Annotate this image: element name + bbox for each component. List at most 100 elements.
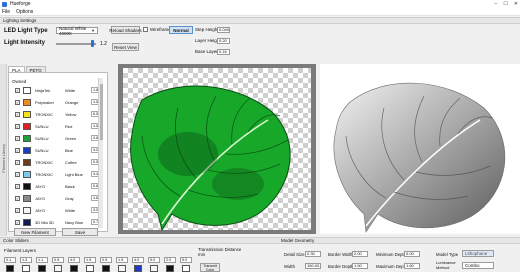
save-button[interactable]: Save bbox=[62, 228, 98, 236]
step-height-input[interactable]: 0.040 bbox=[217, 27, 230, 33]
filament-color-swatch[interactable] bbox=[23, 111, 31, 118]
maximum-depth-input[interactable]: 1.60 bbox=[404, 263, 420, 269]
light-intensity-value: 1.2 bbox=[100, 41, 107, 47]
filament-layer-input[interactable]: 1.1 bbox=[36, 257, 48, 263]
owned-checkbox[interactable]: ✓ bbox=[15, 100, 20, 105]
filament-row[interactable]: ✓ JAYO White 3.0 bbox=[13, 207, 105, 215]
filament-layer-input[interactable]: 0.5 bbox=[100, 257, 112, 263]
filament-layer-input[interactable]: 5.0 bbox=[148, 257, 160, 263]
filament-row[interactable]: ✓ 3D Mia 3D Navy Blue 0.7 bbox=[13, 219, 105, 227]
filament-layer-swatch[interactable] bbox=[150, 265, 158, 272]
filament-layer-swatch[interactable] bbox=[166, 265, 174, 272]
filament-layer-input[interactable]: 1.5 bbox=[116, 257, 128, 263]
filament-list-scrollbar[interactable] bbox=[98, 78, 103, 228]
owned-checkbox[interactable]: ✓ bbox=[15, 136, 20, 141]
owned-checkbox[interactable]: ✓ bbox=[15, 220, 20, 225]
filament-layer-input[interactable]: 0.5 bbox=[52, 257, 64, 263]
filament-layer-swatch[interactable] bbox=[182, 265, 190, 272]
maximize-icon[interactable]: ☐ bbox=[503, 1, 507, 7]
filament-layer-swatch[interactable] bbox=[54, 265, 62, 272]
filament-color-swatch[interactable] bbox=[23, 195, 31, 202]
filament-row[interactable]: ✓ TRONXIC Coffee 0.5 bbox=[13, 159, 105, 167]
base-layer-input[interactable]: 0.16 bbox=[217, 49, 230, 55]
owned-checkbox[interactable]: ✓ bbox=[15, 124, 20, 129]
menu-options[interactable]: Options bbox=[16, 9, 33, 15]
filament-layer-swatch[interactable] bbox=[38, 265, 46, 272]
filament-library-strip[interactable]: Filament Library bbox=[0, 64, 7, 236]
filament-layer-input[interactable]: 4.0 bbox=[132, 257, 144, 263]
border-depth-input[interactable]: 1.50 bbox=[352, 263, 368, 269]
filament-brand: SUNLU bbox=[35, 136, 49, 141]
filament-color-swatch[interactable] bbox=[23, 135, 31, 142]
scrollbar-thumb[interactable] bbox=[100, 84, 103, 140]
filament-layer-swatch[interactable] bbox=[134, 265, 142, 272]
owned-checkbox[interactable]: ✓ bbox=[15, 172, 20, 177]
minimize-icon[interactable]: – bbox=[495, 1, 498, 7]
border-width-input[interactable]: 2.00 bbox=[352, 251, 368, 257]
width-input[interactable]: 150.00 bbox=[305, 263, 321, 269]
menu-file[interactable]: File bbox=[2, 9, 10, 15]
filament-layer-swatch[interactable] bbox=[102, 265, 110, 272]
owned-checkbox[interactable]: ✓ bbox=[15, 112, 20, 117]
relief-model-view[interactable] bbox=[320, 64, 520, 234]
reset-view-button[interactable]: Reset View bbox=[112, 43, 139, 51]
filament-layer-swatch[interactable] bbox=[118, 265, 126, 272]
filament-row[interactable]: ✓ SUNLU Green 4.6 bbox=[13, 135, 105, 143]
new-filament-button[interactable]: New Filament bbox=[14, 228, 56, 236]
luminance-method-select[interactable]: Combo bbox=[462, 262, 494, 269]
transmit-color-button[interactable]: Transmit Color bbox=[200, 263, 220, 272]
filament-color-swatch[interactable] bbox=[23, 99, 31, 106]
model-type-select[interactable]: Lithophane bbox=[462, 250, 494, 257]
filament-row[interactable]: ✓ JAYO Black 0.6 bbox=[13, 183, 105, 191]
owned-checkbox[interactable]: ✓ bbox=[15, 196, 20, 201]
filament-row[interactable]: ✓ SUNLU Red 1.5 bbox=[13, 123, 105, 131]
filament-layer-input[interactable]: 1.5 bbox=[84, 257, 96, 263]
filament-layer-input[interactable]: 0.1 bbox=[4, 257, 16, 263]
led-light-type-select[interactable]: Natural White 4000K ▼ bbox=[56, 26, 98, 36]
layer-height-input[interactable]: 0.20 bbox=[217, 38, 230, 44]
filament-row[interactable]: ✓ TRONXIC Light Blue 4.4 bbox=[13, 171, 105, 179]
filament-layer-swatch[interactable] bbox=[6, 265, 14, 272]
leaf-image[interactable] bbox=[118, 64, 316, 234]
filament-layer-input[interactable]: 4.0 bbox=[68, 257, 80, 263]
filament-color-swatch[interactable] bbox=[23, 219, 31, 226]
owned-checkbox[interactable]: ✓ bbox=[15, 160, 20, 165]
filament-row[interactable]: ✓ Polymaker Orange 1.5 bbox=[13, 99, 105, 107]
filament-layer-swatch[interactable] bbox=[86, 265, 94, 272]
filament-color-name: Black bbox=[65, 184, 75, 189]
filament-brand: SUNLU bbox=[35, 124, 49, 129]
filament-color-swatch[interactable] bbox=[23, 171, 31, 178]
owned-checkbox[interactable]: ✓ bbox=[15, 184, 20, 189]
normal-button[interactable]: Normal bbox=[169, 26, 193, 34]
filament-row[interactable]: ✓ NinjaTek White 1.8 bbox=[13, 87, 105, 95]
filament-layer-input[interactable]: 1.3 bbox=[20, 257, 32, 263]
filament-brand: TRONXIC bbox=[35, 172, 53, 177]
light-intensity-thumb[interactable] bbox=[91, 40, 94, 47]
detail-size-input[interactable]: 0.30 bbox=[305, 251, 321, 257]
owned-checkbox[interactable]: ✓ bbox=[15, 88, 20, 93]
filament-color-name: Coffee bbox=[65, 160, 77, 165]
menu-bar: File Options bbox=[0, 8, 520, 16]
filament-row[interactable]: ✓ TRONXIC Yellow 6.5 bbox=[13, 111, 105, 119]
filament-color-swatch[interactable] bbox=[23, 183, 31, 190]
filament-color-swatch[interactable] bbox=[23, 147, 31, 154]
filament-color-swatch[interactable] bbox=[23, 87, 31, 94]
border-width-label: Border Width bbox=[328, 252, 354, 257]
filament-layer-swatch[interactable] bbox=[22, 265, 30, 272]
light-intensity-slider[interactable] bbox=[56, 43, 96, 45]
reload-shaders-button[interactable]: Reload Shaders bbox=[109, 26, 142, 34]
filament-color-name: Gray bbox=[65, 196, 74, 201]
minimum-depth-input[interactable]: 0.00 bbox=[404, 251, 420, 257]
filament-color-swatch[interactable] bbox=[23, 123, 31, 130]
filament-color-swatch[interactable] bbox=[23, 207, 31, 214]
close-icon[interactable]: ✕ bbox=[514, 1, 518, 7]
filament-layer-input[interactable]: 5.0 bbox=[180, 257, 192, 263]
owned-checkbox[interactable]: ✓ bbox=[15, 148, 20, 153]
filament-layer-input[interactable]: 2.0 bbox=[164, 257, 176, 263]
wireframe-checkbox[interactable] bbox=[143, 27, 148, 32]
owned-checkbox[interactable]: ✓ bbox=[15, 208, 20, 213]
filament-row[interactable]: ✓ JAYO Gray 1.6 bbox=[13, 195, 105, 203]
filament-layer-swatch[interactable] bbox=[70, 265, 78, 272]
filament-row[interactable]: ✓ SUNLU Blue 4.0 bbox=[13, 147, 105, 155]
filament-color-swatch[interactable] bbox=[23, 159, 31, 166]
